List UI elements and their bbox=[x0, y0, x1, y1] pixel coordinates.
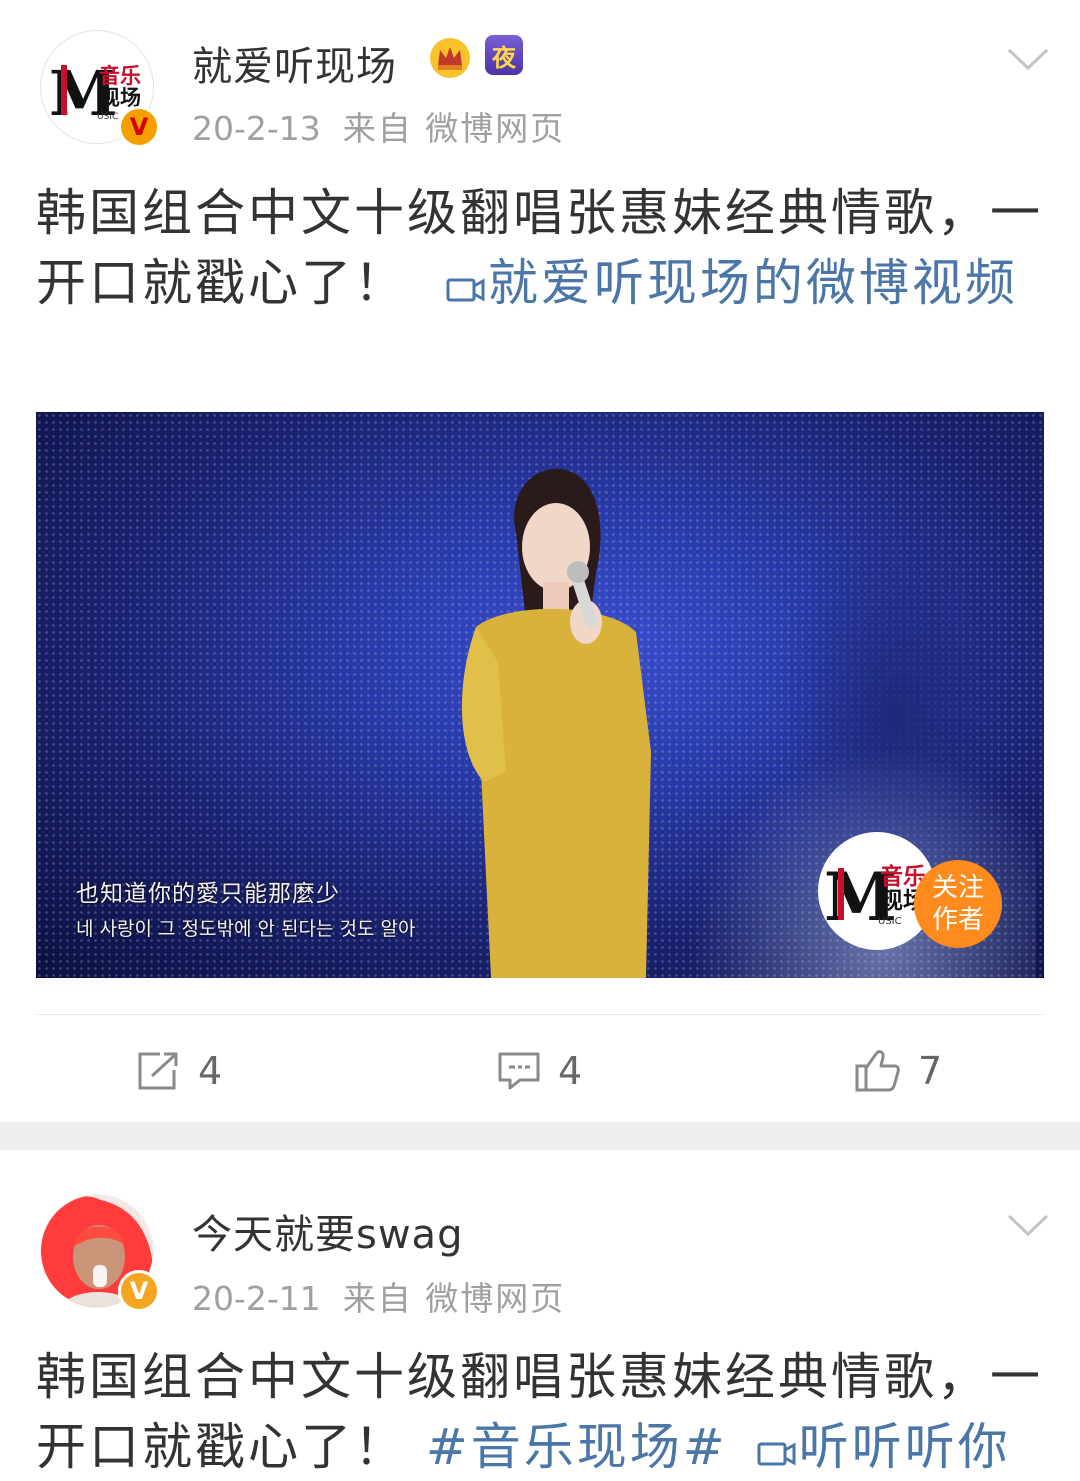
chevron-down-icon[interactable] bbox=[1006, 44, 1050, 74]
feed-post: V 今天就要swag 20-2-11 来自 微博网页 韩国组合中文十级翻唱张惠妹经… bbox=[0, 1150, 1080, 1481]
post-text: 韩国组合中文十级翻唱张惠妹经典情歌，一开口就戳心了！ 就爱听现场的微博视频 bbox=[36, 178, 1046, 318]
svg-text:USIC: USIC bbox=[878, 916, 902, 927]
feed-separator bbox=[0, 1122, 1080, 1150]
post-meta: 20-2-13 来自 微博网页 bbox=[192, 102, 565, 150]
post-date: 20-2-11 bbox=[192, 1279, 321, 1318]
follow-label-2: 作者 bbox=[931, 905, 984, 935]
post-source[interactable]: 来自 微博网页 bbox=[343, 109, 566, 148]
video-camera-icon bbox=[757, 1442, 796, 1466]
subtitle-chinese: 也知道你的愛只能那麼少 bbox=[76, 881, 340, 907]
like-count: 7 bbox=[918, 1049, 943, 1093]
repost-button[interactable]: 4 bbox=[136, 1046, 222, 1096]
verified-letter: V bbox=[129, 113, 149, 141]
thumbs-up-icon bbox=[855, 1050, 900, 1092]
chevron-down-icon[interactable] bbox=[1006, 1210, 1050, 1240]
follow-author-button[interactable]: 关注 作者 bbox=[914, 860, 1002, 948]
crown-icon bbox=[430, 38, 470, 78]
repost-count: 4 bbox=[198, 1049, 223, 1093]
night-badge: 夜 bbox=[485, 35, 523, 75]
night-badge-text: 夜 bbox=[492, 43, 516, 72]
like-button[interactable]: 7 bbox=[854, 1046, 942, 1096]
svg-text:音乐: 音乐 bbox=[99, 64, 141, 88]
video-link-text: 就爱听现场的微博视频 bbox=[487, 254, 1018, 312]
post-source[interactable]: 来自 微博网页 bbox=[343, 1279, 566, 1318]
follow-label-1: 关注 bbox=[931, 873, 984, 903]
repost-icon bbox=[138, 1052, 178, 1090]
post-date: 20-2-13 bbox=[192, 109, 321, 148]
post-text: 韩国组合中文十级翻唱张惠妹经典情歌，一开口就戳心了！ #音乐现场# 听听听你 bbox=[36, 1342, 1046, 1481]
video-player[interactable]: 也知道你的愛只能那麼少 네 사랑이 그 정도밖에 안 된다는 것도 알아 M 音… bbox=[36, 412, 1044, 978]
verified-badge: V bbox=[118, 106, 160, 148]
subtitle-korean: 네 사랑이 그 정도밖에 안 된다는 것도 알아 bbox=[76, 918, 416, 940]
username[interactable]: 今天就要swag bbox=[192, 1202, 463, 1260]
singer-figure bbox=[461, 468, 651, 978]
divider bbox=[36, 1014, 1044, 1015]
comment-count: 4 bbox=[558, 1049, 583, 1093]
username[interactable]: 就爱听现场 bbox=[192, 34, 397, 92]
video-link[interactable]: 听听听你 bbox=[757, 1418, 1011, 1476]
video-link[interactable]: 就爱听现场的微博视频 bbox=[446, 254, 1018, 312]
feed-post: M 音乐 现场 USIC V 就爱听现场 夜 20-2-13 来自 微博网页 韩国… bbox=[0, 0, 1080, 1122]
verified-letter: V bbox=[129, 1277, 149, 1305]
comment-icon bbox=[498, 1052, 540, 1090]
comment-button[interactable]: 4 bbox=[496, 1046, 582, 1096]
video-camera-icon bbox=[446, 278, 485, 302]
svg-text:USIC: USIC bbox=[97, 112, 118, 122]
video-link-text: 听听听你 bbox=[798, 1418, 1011, 1476]
hashtag-link[interactable]: #音乐现场# bbox=[426, 1418, 728, 1476]
verified-badge: V bbox=[118, 1270, 160, 1312]
post-meta: 20-2-11 来自 微博网页 bbox=[192, 1272, 565, 1320]
